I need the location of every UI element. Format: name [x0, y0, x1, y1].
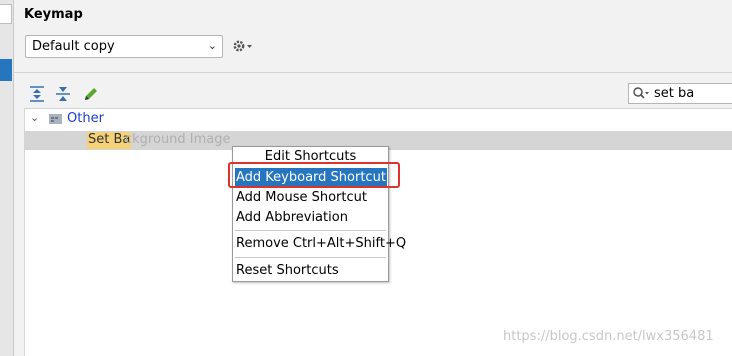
tree-row-label-rest: ckground Image: [125, 132, 231, 147]
expand-all-button[interactable]: [27, 84, 47, 104]
menu-item-add-abbreviation[interactable]: Add Abbreviation: [235, 208, 387, 227]
gear-button[interactable]: [231, 36, 253, 56]
search-icon[interactable]: [632, 86, 650, 102]
settings-sidebar: [0, 0, 14, 356]
menu-item-remove-shortcut[interactable]: Remove Ctrl+Alt+Shift+Q: [235, 234, 406, 253]
menu-separator: [235, 257, 386, 258]
chevron-down-icon[interactable]: ⌄: [30, 111, 39, 124]
tree-group-label: Other: [67, 111, 104, 126]
collapse-all-icon: [56, 87, 70, 101]
menu-item-add-mouse-shortcut[interactable]: Add Mouse Shortcut: [235, 188, 387, 207]
pencil-icon: [85, 88, 97, 100]
divider: [13, 72, 732, 73]
collapse-all-button[interactable]: [53, 84, 73, 104]
annotation-highlight-box: [228, 162, 400, 188]
keymap-select-value: Default copy: [32, 39, 115, 54]
chevron-down-icon: ⌄: [207, 39, 217, 52]
page-title: Keymap: [24, 7, 83, 22]
menu-item-reset-shortcuts[interactable]: Reset Shortcuts: [235, 261, 387, 280]
menu-separator: [235, 230, 386, 231]
folder-icon: [49, 113, 65, 129]
sidebar-selected-item[interactable]: [0, 59, 12, 81]
tree-group-other[interactable]: ⌄ Other: [25, 109, 732, 130]
watermark: https://blog.csdn.net/lwx356481: [503, 329, 714, 344]
keymap-select[interactable]: Default copy ⌄: [25, 35, 223, 58]
search-input[interactable]: set ba: [628, 83, 732, 104]
expand-all-icon: [30, 86, 44, 102]
sidebar-search-field[interactable]: [0, 4, 12, 24]
gear-icon: [233, 40, 252, 52]
edit-button[interactable]: [81, 84, 101, 104]
search-value: set ba: [654, 86, 695, 101]
